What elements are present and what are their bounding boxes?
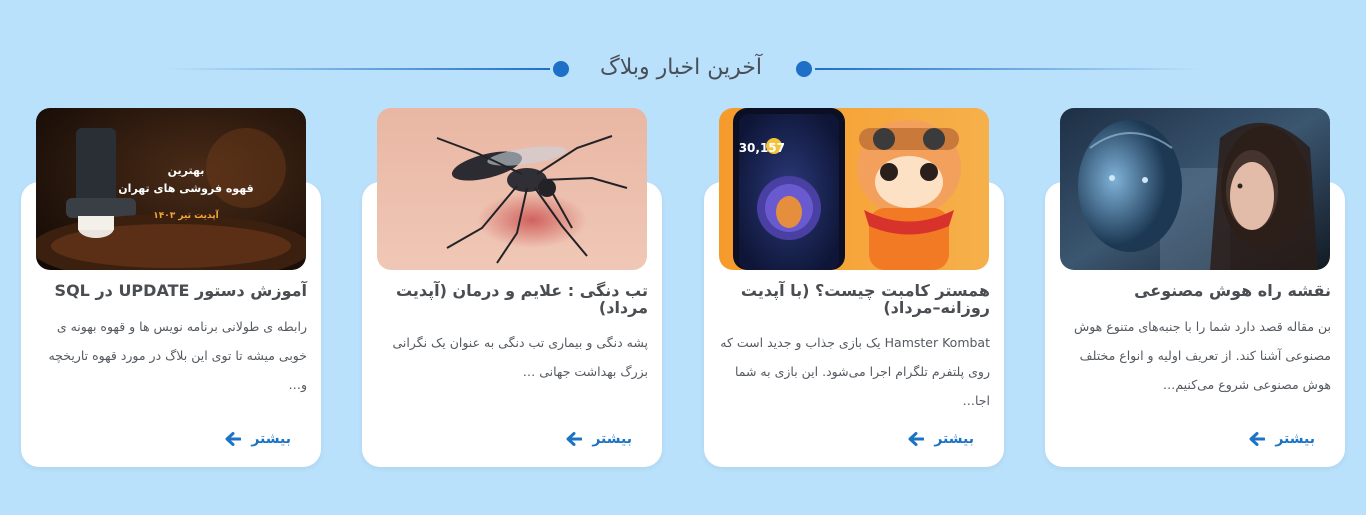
post-excerpt: بن مقاله قصد دارد شما را با جنبه‌های متن… xyxy=(1073,319,1331,392)
arrow-left-icon xyxy=(1249,432,1266,446)
post-excerpt: پشه دنگی و بیماری تب دنگی به عنوان یک نگ… xyxy=(392,335,648,379)
coffee-image-line2: قهوه فروشی های تهران xyxy=(118,182,253,195)
hamster-score-text: 30,157 xyxy=(739,141,785,155)
coffee-image-line3: آپدیت تیر ۱۴۰۳ xyxy=(153,209,219,221)
mosquito-image[interactable] xyxy=(377,108,647,270)
read-more-label: بیشتر xyxy=(592,431,632,447)
header-dot-right xyxy=(796,61,812,77)
coffee-image-line1: بهترین xyxy=(168,164,205,177)
arrow-left-icon xyxy=(566,432,583,446)
read-more-link[interactable]: بیشتر xyxy=(908,429,974,449)
section-header: آخرین اخبار وبلاگ xyxy=(0,48,1366,88)
read-more-link[interactable]: بیشتر xyxy=(225,429,291,449)
blog-card-ai[interactable]: نقشه راه هوش مصنوعی بن مقاله قصد دارد شم… xyxy=(1045,108,1345,467)
read-more-link[interactable]: بیشتر xyxy=(1249,429,1315,449)
hamster-kombat-image[interactable]: 30,157 xyxy=(719,108,989,270)
post-title[interactable]: تب دنگی : علایم و درمان (آپدیت مرداد) xyxy=(378,282,648,316)
post-title[interactable]: آموزش دستور UPDATE در SQL xyxy=(37,282,307,299)
blog-card-sql[interactable]: بهترین قهوه فروشی های تهران آپدیت تیر ۱۴… xyxy=(21,108,321,467)
header-dot-left xyxy=(553,61,569,77)
header-divider-right xyxy=(815,68,1200,70)
post-title[interactable]: همستر کامبت چیست؟ (با آپدیت روزانه–مرداد… xyxy=(720,282,990,316)
blog-card-hamster[interactable]: 30,157 همستر کامبت چیست؟ (با آپدیت روزان… xyxy=(704,108,1004,467)
ai-faces-image[interactable] xyxy=(1060,108,1330,270)
post-excerpt: رابطه ی طولانی برنامه نویس ها و قهوه بهو… xyxy=(48,319,307,392)
post-excerpt: Hamster Kombat یک بازی جذاب و جدید است ک… xyxy=(720,335,990,408)
header-divider-left xyxy=(166,68,550,70)
read-more-label: بیشتر xyxy=(934,431,974,447)
read-more-label: بیشتر xyxy=(251,431,291,447)
read-more-label: بیشتر xyxy=(1275,431,1315,447)
arrow-left-icon xyxy=(225,432,242,446)
arrow-left-icon xyxy=(908,432,925,446)
post-title[interactable]: نقشه راه هوش مصنوعی xyxy=(1061,282,1331,299)
read-more-link[interactable]: بیشتر xyxy=(566,429,632,449)
coffee-image[interactable]: بهترین قهوه فروشی های تهران آپدیت تیر ۱۴… xyxy=(36,108,306,270)
blog-card-dengue[interactable]: تب دنگی : علایم و درمان (آپدیت مرداد) پش… xyxy=(362,108,662,467)
section-title: آخرین اخبار وبلاگ xyxy=(600,55,762,80)
